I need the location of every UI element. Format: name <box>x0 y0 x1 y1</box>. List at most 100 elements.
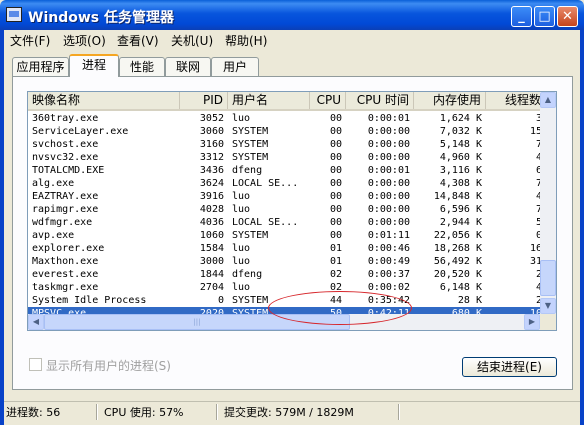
process-pid: 3060 <box>199 126 224 137</box>
process-name: explorer.exe <box>32 243 105 254</box>
process-pid: 4028 <box>199 204 224 215</box>
table-row[interactable]: rapimgr.exe 4028 luo 00 0:00:00 6,596 K 7 <box>28 203 542 216</box>
process-threads: 4 <box>535 152 542 163</box>
close-button[interactable]: ✕ <box>557 6 578 27</box>
table-row[interactable]: wdfmgr.exe 4036 LOCAL SE... 00 0:00:00 2,944 … <box>28 216 542 229</box>
table-row[interactable]: Maxthon.exe 3000 luo 01 0:00:49 56,492 K 31 <box>28 255 542 268</box>
menu-view[interactable]: 查看(V) <box>115 32 161 50</box>
scroll-right-button[interactable]: ▶ <box>524 314 540 330</box>
minimize-button[interactable]: _ <box>511 6 532 27</box>
process-threads: 7 <box>535 178 542 189</box>
process-cpu: 02 <box>329 282 342 293</box>
process-name: System Idle Process <box>32 295 147 306</box>
process-name: avp.exe <box>32 230 75 241</box>
process-cpu-time: 0:00:00 <box>367 126 410 137</box>
scroll-left-button[interactable]: ◀ <box>28 314 44 330</box>
process-user: SYSTEM <box>232 295 269 306</box>
table-row[interactable]: explorer.exe 1584 luo 01 0:00:46 18,268 K 16 <box>28 242 542 255</box>
process-threads: 16 <box>529 243 542 254</box>
horizontal-scroll-thumb[interactable]: ||| <box>44 314 350 330</box>
process-cpu: 01 <box>329 256 342 267</box>
process-user: LOCAL SE... <box>232 178 299 189</box>
process-cpu: 00 <box>329 217 342 228</box>
status-separator <box>96 404 97 420</box>
menu-help[interactable]: 帮助(H) <box>223 32 269 50</box>
process-name: Maxthon.exe <box>32 256 99 267</box>
process-user: luo <box>232 282 251 293</box>
process-memory: 5,148 K <box>439 139 482 150</box>
tab-processes[interactable]: 进程 <box>69 54 119 77</box>
process-cpu-time: 0:00:37 <box>367 269 410 280</box>
process-user: LOCAL SE... <box>232 217 299 228</box>
column-header-user[interactable]: 用户名 <box>228 92 310 109</box>
table-row[interactable]: System Idle Process 0 SYSTEM 44 0:35:42 28 K 2 <box>28 294 542 307</box>
column-header-cpu-time[interactable]: CPU 时间 <box>346 92 414 109</box>
process-cpu: 00 <box>329 113 342 124</box>
process-name: wdfmgr.exe <box>32 217 93 228</box>
scroll-down-button[interactable]: ▼ <box>540 298 556 314</box>
vertical-scroll-thumb[interactable] <box>540 260 556 296</box>
process-cpu: 00 <box>329 126 342 137</box>
process-memory: 20,520 K <box>433 269 482 280</box>
horizontal-scrollbar[interactable]: ◀ ||| ▶ <box>28 314 540 330</box>
process-pid: 3916 <box>199 191 224 202</box>
table-row[interactable]: ServiceLayer.exe 3060 SYSTEM 00 0:00:00 7,032… <box>28 125 542 138</box>
table-row[interactable]: 360tray.exe 3052 luo 00 0:00:01 1,624 K 3 <box>28 112 542 125</box>
process-cpu-time: 0:00:00 <box>367 204 410 215</box>
menu-options[interactable]: 选项(O) <box>61 32 108 50</box>
column-header-image-name[interactable]: 映像名称 <box>28 92 180 109</box>
table-row[interactable]: svchost.exe 3160 SYSTEM 00 0:00:00 5,148 K 7 <box>28 138 542 151</box>
scroll-up-button[interactable]: ▲ <box>540 92 556 108</box>
process-user: dfeng <box>232 269 263 280</box>
menu-file[interactable]: 文件(F) <box>8 32 52 50</box>
process-memory: 4,960 K <box>439 152 482 163</box>
process-threads: 0 <box>535 230 542 241</box>
show-all-users-checkbox[interactable] <box>29 358 42 371</box>
status-cpu-usage: CPU 使用: 57% <box>104 406 184 419</box>
table-row[interactable]: alg.exe 3624 LOCAL SE... 00 0:00:00 4,308 K 7 <box>28 177 542 190</box>
column-header-threads[interactable]: 线程数 <box>486 92 546 109</box>
tab-performance[interactable]: 性能 <box>119 57 165 76</box>
process-memory: 28 K <box>457 295 482 306</box>
scroll-corner <box>540 314 556 330</box>
column-header-pid[interactable]: PID <box>180 92 228 109</box>
process-memory: 7,032 K <box>439 126 482 137</box>
process-cpu-time: 0:00:00 <box>367 217 410 228</box>
table-row[interactable]: TOTALCMD.EXE 3436 dfeng 00 0:00:01 3,116 K 6 <box>28 164 542 177</box>
process-memory: 22,056 K <box>433 230 482 241</box>
process-name: rapimgr.exe <box>32 204 99 215</box>
table-row[interactable]: nvsvc32.exe 3312 SYSTEM 00 0:00:00 4,960 K 4 <box>28 151 542 164</box>
status-separator <box>398 404 399 420</box>
table-row[interactable]: taskmgr.exe 2704 luo 02 0:00:02 6,148 K 4 <box>28 281 542 294</box>
column-header-cpu[interactable]: CPU <box>310 92 346 109</box>
process-pid: 0 <box>217 295 224 306</box>
process-user: luo <box>232 243 251 254</box>
menu-shutdown[interactable]: 关机(U) <box>169 32 215 50</box>
process-threads: 4 <box>535 191 542 202</box>
table-row[interactable]: everest.exe 1844 dfeng 02 0:00:37 20,520 K 2 <box>28 268 542 281</box>
process-list[interactable]: 映像名称 PID 用户名 CPU CPU 时间 内存使用 线程数 I 360tr… <box>27 91 557 331</box>
process-name: everest.exe <box>32 269 99 280</box>
end-process-button[interactable]: 结束进程(E) <box>462 357 557 377</box>
process-threads: 15 <box>529 126 542 137</box>
tab-networking[interactable]: 联网 <box>165 57 211 76</box>
window-frame-right <box>580 30 584 425</box>
tab-applications[interactable]: 应用程序 <box>12 57 69 76</box>
table-row[interactable]: avp.exe 1060 SYSTEM 00 0:01:11 22,056 K 0 <box>28 229 542 242</box>
maximize-button[interactable]: □ <box>534 6 555 27</box>
process-user: SYSTEM <box>232 126 269 137</box>
process-pid: 2704 <box>199 282 224 293</box>
process-threads: 2 <box>535 295 542 306</box>
tab-users[interactable]: 用户 <box>211 57 259 76</box>
process-cpu-time: 0:00:01 <box>367 165 410 176</box>
status-commit-charge: 提交更改: 579M / 1829M <box>224 406 354 419</box>
status-process-count: 进程数: 56 <box>6 406 61 419</box>
column-header-memory[interactable]: 内存使用 <box>414 92 486 109</box>
process-name: EAZTRAY.exe <box>32 191 99 202</box>
process-memory: 1,624 K <box>439 113 482 124</box>
vertical-scrollbar[interactable]: ▲ ▼ <box>540 92 556 314</box>
table-row[interactable]: EAZTRAY.exe 3916 luo 00 0:00:00 14,848 K 4 <box>28 190 542 203</box>
process-memory: 6,148 K <box>439 282 482 293</box>
process-cpu-time: 0:00:00 <box>367 139 410 150</box>
process-pid: 1844 <box>199 269 224 280</box>
